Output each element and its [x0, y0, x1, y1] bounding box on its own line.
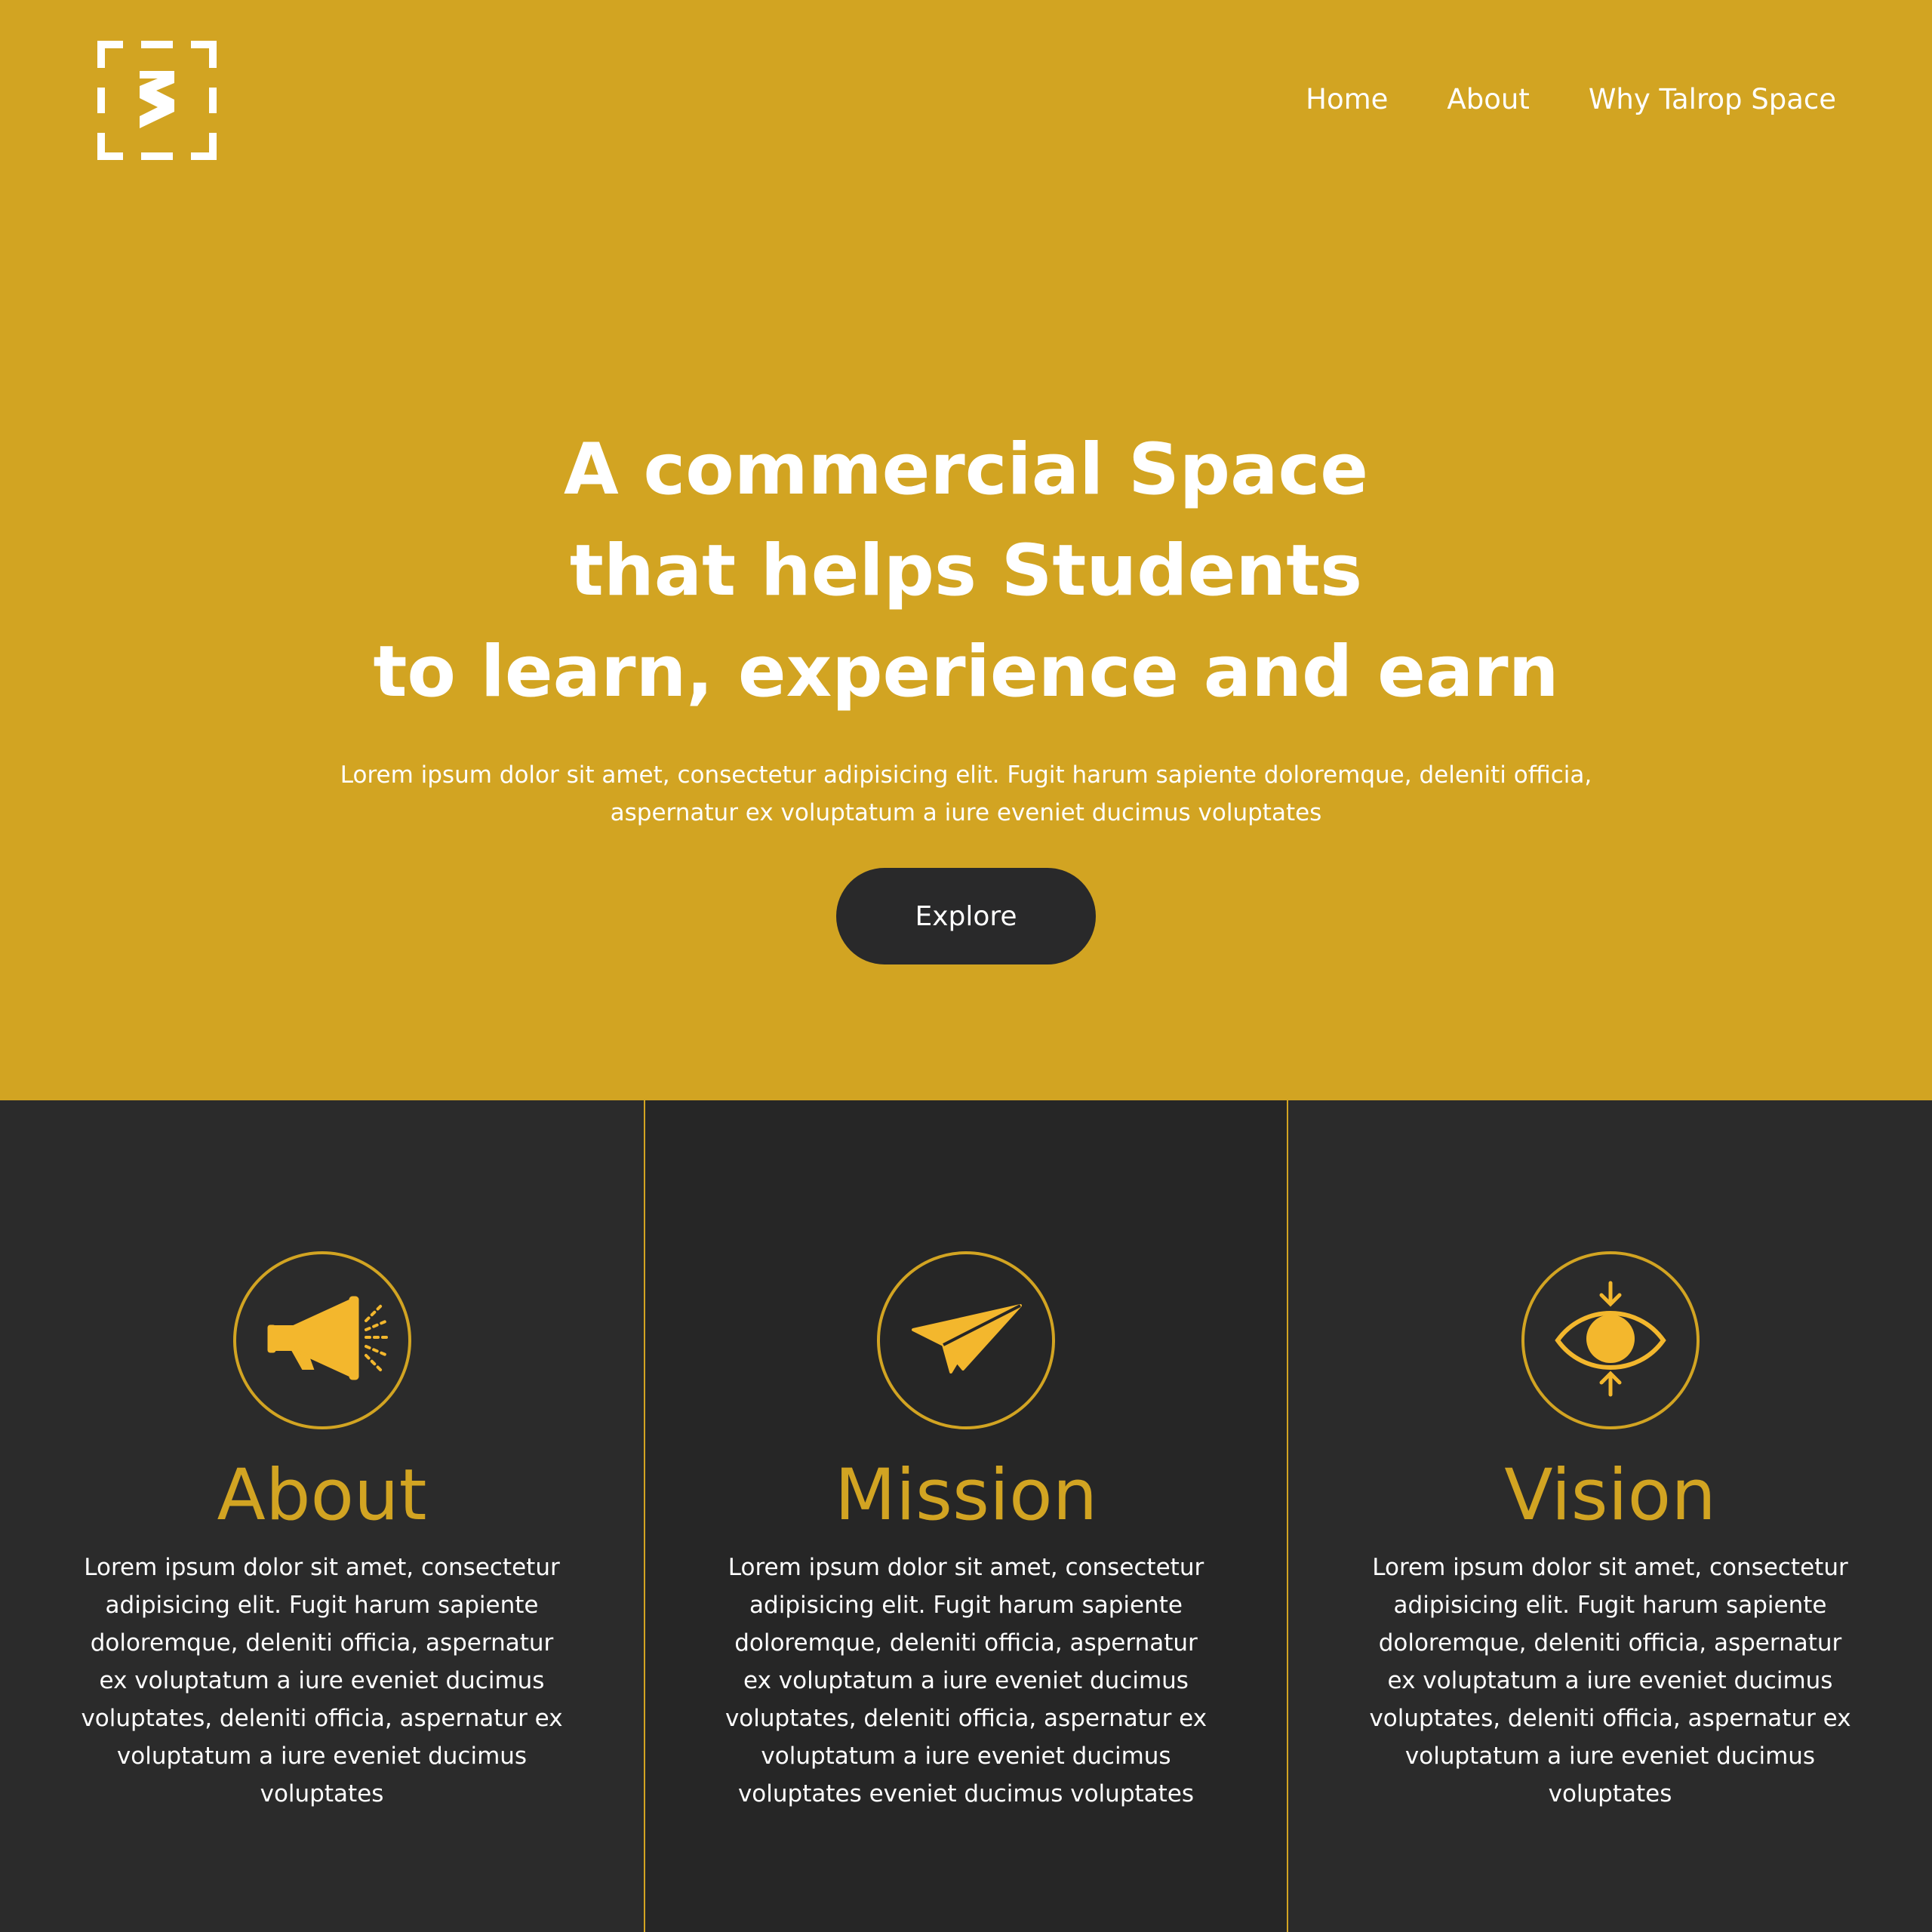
nav-why-talrop-space[interactable]: Why Talrop Space [1589, 75, 1836, 124]
feature-vision-text: Lorem ipsum dolor sit amet, consectetur … [1369, 1554, 1851, 1807]
feature-mission-title: Mission [834, 1454, 1098, 1537]
hero-headline-line: to learn, experience and earn [373, 631, 1559, 713]
paper-plane-icon [877, 1251, 1055, 1429]
feature-vision: Vision Lorem ipsum dolor sit amet, conse… [1288, 1100, 1932, 1932]
feature-vision-title: Vision [1504, 1454, 1716, 1537]
hero-headline-line: that helps Students [569, 530, 1363, 612]
nav-home[interactable]: Home [1306, 75, 1388, 124]
hero-headline: A commercial Space that helps Students t… [0, 420, 1932, 723]
megaphone-icon [232, 1251, 411, 1429]
feature-mission-text: Lorem ipsum dolor sit amet, consectetur … [724, 1554, 1208, 1807]
main-nav: Home About Why Talrop Space [1306, 75, 1836, 124]
feature-about-title: About [217, 1454, 427, 1537]
hero-headline-line: A commercial Space [564, 429, 1368, 511]
feature-about: About Lorem ipsum dolor sit amet, consec… [0, 1100, 644, 1932]
features-section: About Lorem ipsum dolor sit amet, consec… [0, 1100, 1932, 1932]
eye-icon [1521, 1251, 1700, 1429]
talrop-space-logo[interactable] [96, 39, 218, 162]
feature-about-text: Lorem ipsum dolor sit amet, consectetur … [81, 1554, 563, 1807]
feature-mission: Mission Lorem ipsum dolor sit amet, cons… [644, 1100, 1288, 1932]
hero-section: Home About Why Talrop Space A commercial… [0, 0, 1932, 1100]
hero-description: Lorem ipsum dolor sit amet, consectetur … [340, 761, 1592, 826]
nav-about[interactable]: About [1447, 75, 1529, 124]
explore-button[interactable]: Explore [836, 868, 1096, 964]
logo-mark-icon [97, 41, 217, 160]
